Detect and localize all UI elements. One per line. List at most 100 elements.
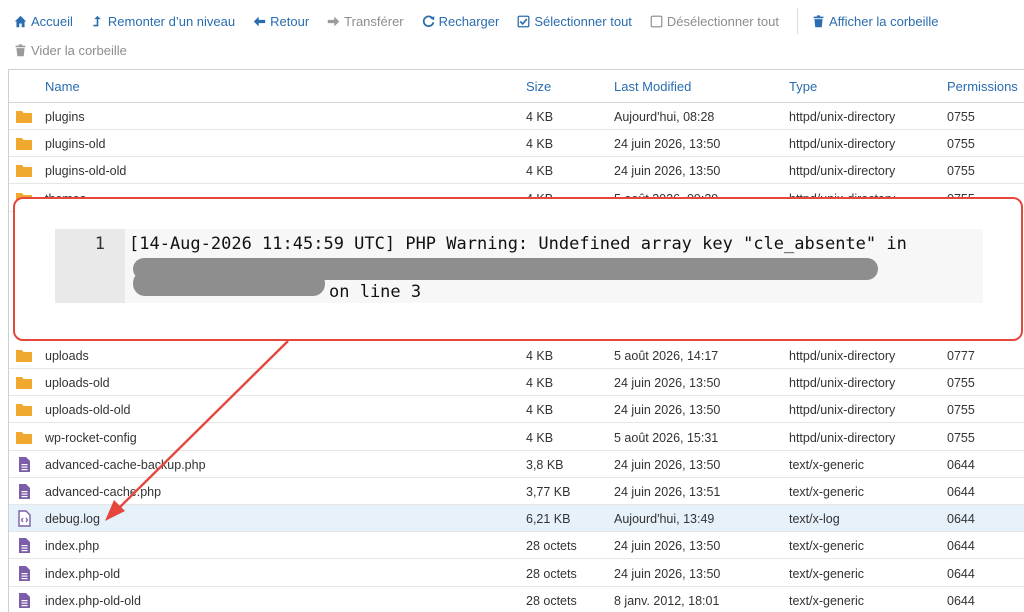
line-number: 1 [94,234,105,254]
file-last-modified: Aujourd'hui, 08:28 [614,110,715,124]
file-name: index.php-old-old [45,593,141,608]
file-icon [15,565,33,582]
file-permissions: 0644 [947,512,975,527]
folder-icon [15,108,33,125]
level-up-icon [91,15,104,28]
file-size: 4 KB [526,164,554,179]
file-permissions: 0644 [947,485,975,499]
file-name: plugins-old [45,137,106,152]
back-button[interactable]: Retour [253,14,309,29]
file-permissions: 0777 [947,349,975,363]
file-size: 28 octets [526,539,577,554]
folder-icon [15,401,33,418]
empty-box-icon [650,15,663,28]
file-icon [15,456,33,473]
file-permissions: 0755 [947,164,975,179]
show-trash-button[interactable]: Afficher la corbeille [812,14,939,29]
file-type: httpd/unix-directory [789,164,896,179]
file-name: index.php-old [45,566,121,581]
home-button-label: Accueil [31,13,73,29]
up-level-button[interactable]: Remonter d’un niveau [91,14,235,29]
select-all-button[interactable]: Sélectionner tout [517,14,632,29]
file-last-modified: 24 juin 2026, 13:50 [614,137,721,152]
file-type: text/x-generic [789,539,865,554]
deselect-all-button[interactable]: Désélectionner tout [650,14,779,29]
file-size: 6,21 KB [526,512,571,527]
file-size: 3,77 KB [526,485,571,499]
file-icon [15,483,33,500]
file-name: uploads-old-old [45,403,131,418]
arrow-right-icon [327,15,340,28]
folder-icon [15,374,33,391]
table-row[interactable]: advanced-cache-backup.php 3,8 KB 24 juin 2… [9,450,1024,478]
file-name: debug.log [45,512,100,527]
file-name: uploads-old [45,376,110,391]
file-permissions: 0755 [947,137,975,152]
refresh-icon [422,15,435,28]
code-file-icon [15,510,33,527]
home-button[interactable]: Accueil [14,14,73,29]
file-permissions: 0644 [947,566,975,581]
table-row[interactable]: plugins 4 KB Aujourd'hui, 08:28 httpd/unix-… [9,103,1024,130]
reload-button-label: Recharger [438,13,500,29]
table-row[interactable]: index.php 28 octets 24 juin 2026, 13:50 tex… [9,532,1024,560]
log-code-block: 1 [14-Aug-2026 11:45:59 UTC] PHP Warning… [55,229,983,303]
column-header-permissions[interactable]: Permissions [947,79,1018,94]
toolbar-row-secondary: Vider la corbeille [14,39,145,61]
empty-trash-button-label: Vider la corbeille [31,42,127,58]
up-level-button-label: Remonter d’un niveau [107,13,236,29]
file-last-modified: 24 juin 2026, 13:50 [614,164,721,179]
column-header-type[interactable]: Type [789,79,817,94]
back-button-label: Retour [270,13,310,29]
file-last-modified: 5 août 2026, 14:17 [614,349,719,363]
file-last-modified: Aujourd'hui, 13:49 [614,512,715,527]
column-header-last-modified[interactable]: Last Modified [614,79,691,94]
file-last-modified: 24 juin 2026, 13:50 [614,539,721,554]
file-type: httpd/unix-directory [789,349,896,363]
toolbar-divider [796,8,798,34]
table-row[interactable]: index.php-old 28 octets 24 juin 2026, 13:5… [9,559,1024,587]
file-size: 4 KB [526,430,554,445]
file-type: text/x-generic [789,566,865,581]
file-type: httpd/unix-directory [789,403,896,418]
show-trash-button-label: Afficher la corbeille [828,13,939,29]
table-header: Name Size Last Modified Type Permissions [9,70,1024,103]
log-line-text-end: on line 3 [329,282,422,302]
file-icon [15,592,33,609]
table-row[interactable]: wp-rocket-config 4 KB 5 août 2026, 15:31 ht… [9,423,1024,451]
table-row[interactable]: uploads-old 4 KB 24 juin 2026, 13:50 httpd/… [9,369,1024,397]
file-permissions: 0755 [947,430,975,445]
select-all-button-label: Sélectionner tout [534,13,632,29]
table-row[interactable]: uploads-old-old 4 KB 24 juin 2026, 13:50 ht… [9,396,1024,424]
file-size: 4 KB [526,137,554,152]
deselect-all-button-label: Désélectionner tout [666,13,779,29]
file-last-modified: 24 juin 2026, 13:51 [614,485,721,499]
table-row[interactable]: plugins-old-old 4 KB 24 juin 2026, 13:50 ht… [9,157,1024,185]
table-row[interactable]: plugins-old 4 KB 24 juin 2026, 13:50 httpd/… [9,130,1024,158]
reload-button[interactable]: Recharger [422,13,500,29]
column-header-name[interactable]: Name [45,79,80,94]
file-type: httpd/unix-directory [789,430,896,445]
table-row[interactable]: debug.log 6,21 KB Aujourd'hui, 13:49 text/x… [9,505,1024,533]
table-row[interactable]: uploads 4 KB 5 août 2026, 14:17 httpd/unix-… [9,342,1024,369]
empty-trash-button[interactable]: Vider la corbeille [14,43,127,58]
file-permissions: 0644 [947,457,975,472]
transfer-button-label: Transférer [344,13,404,29]
file-size: 4 KB [526,110,554,124]
column-header-size[interactable]: Size [526,79,551,94]
table-row[interactable]: index.php-old-old 28 octets 8 janv. 2012, … [9,586,1024,612]
file-last-modified: 24 juin 2026, 13:50 [614,403,721,418]
file-name: advanced-cache-backup.php [45,457,206,472]
file-name: advanced-cache.php [45,485,162,499]
table-row[interactable]: advanced-cache.php 3,77 KB 24 juin 2026, 1… [9,478,1024,505]
file-last-modified: 8 janv. 2012, 18:01 [614,593,720,608]
file-type: text/x-log [789,512,840,527]
file-size: 4 KB [526,403,554,418]
transfer-button[interactable]: Transférer [327,13,404,29]
file-last-modified: 24 juin 2026, 13:50 [614,566,721,581]
trash-icon [812,14,825,28]
home-icon [14,15,27,28]
folder-icon [15,347,33,364]
file-type: httpd/unix-directory [789,137,896,152]
line-number-gutter: 1 [55,229,125,303]
